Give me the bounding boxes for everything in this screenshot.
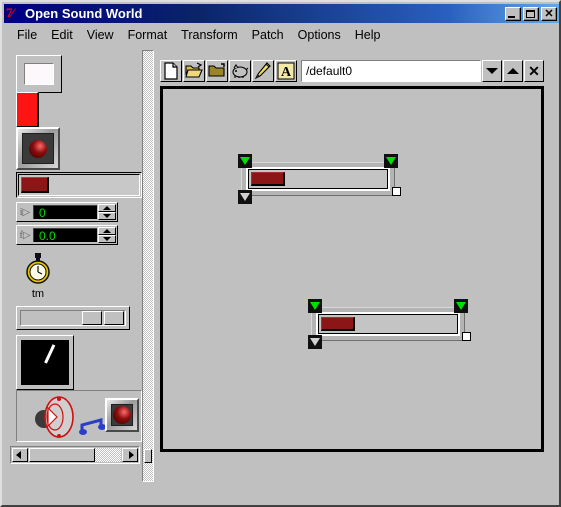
dial-face xyxy=(21,340,69,385)
timer-widget[interactable]: tm xyxy=(16,248,60,304)
patch-toolbar: A /default0 ✕ xyxy=(160,60,544,82)
float-spinner-value[interactable]: 0.0 xyxy=(33,228,97,243)
path-up-button[interactable] xyxy=(503,60,523,82)
menu-item-format[interactable]: Format xyxy=(121,26,175,44)
close-button[interactable]: ✕ xyxy=(541,6,557,21)
slider-node-body[interactable] xyxy=(241,162,395,196)
svg-text:A: A xyxy=(281,65,292,80)
int-type-icon: i▷ xyxy=(19,206,31,218)
palette-scroll-thumb[interactable] xyxy=(29,448,95,462)
slider-node-fill[interactable] xyxy=(321,317,355,331)
text-tool-icon[interactable]: A xyxy=(275,60,297,82)
music-note-icon xyxy=(79,418,106,435)
int-spinner-widget[interactable]: i▷ 0 xyxy=(16,202,118,222)
outlet-port-left[interactable] xyxy=(238,190,252,204)
piggy-bank-icon[interactable] xyxy=(229,60,251,82)
red-fader-widget[interactable] xyxy=(16,92,39,128)
dial-pointer-icon xyxy=(44,343,56,364)
palette-vscroll-thumb[interactable] xyxy=(144,449,152,463)
float-type-icon: f▷ xyxy=(19,229,31,241)
led-button-widget[interactable] xyxy=(16,127,60,170)
scrollbar-button-2[interactable] xyxy=(104,311,124,325)
float-spinner-down-button[interactable] xyxy=(98,235,116,243)
patch-canvas[interactable] xyxy=(160,86,544,452)
maximize-button[interactable] xyxy=(523,6,539,21)
new-icon[interactable] xyxy=(160,60,182,82)
float-spinner-arrows xyxy=(98,227,116,243)
palette-vertical-scrollbar[interactable] xyxy=(142,50,154,482)
palette-horizontal-scrollbar[interactable] xyxy=(10,446,140,464)
menu-item-file[interactable]: File xyxy=(10,26,44,44)
led-indicator-icon-2 xyxy=(113,406,131,424)
int-spinner-down-button[interactable] xyxy=(98,212,116,220)
speaker-icon[interactable] xyxy=(31,395,81,439)
slider-node[interactable] xyxy=(233,154,403,204)
horizontal-slider-widget[interactable] xyxy=(16,172,142,198)
window-controls: ✕ xyxy=(505,6,557,21)
menu-item-transform[interactable]: Transform xyxy=(174,26,245,44)
application-window: 7⁄ Open Sound World ✕ File Edit View For… xyxy=(0,0,561,507)
chevron-down-icon xyxy=(486,68,498,74)
menu-item-patch[interactable]: Patch xyxy=(245,26,291,44)
scrollbar-button-1[interactable] xyxy=(82,311,102,325)
slider-node-fill[interactable] xyxy=(251,172,285,186)
slider-node[interactable] xyxy=(303,299,473,349)
scroll-right-arrow-icon[interactable] xyxy=(122,448,138,462)
inlet-port-left[interactable] xyxy=(238,154,252,168)
menu-item-options[interactable]: Options xyxy=(291,26,348,44)
inlet-port-left[interactable] xyxy=(308,299,322,313)
slider-node-track[interactable] xyxy=(318,314,458,334)
menu-item-help[interactable]: Help xyxy=(348,26,388,44)
path-dropdown-button[interactable] xyxy=(482,60,502,82)
minimize-button[interactable] xyxy=(505,6,521,21)
outlet-port-left[interactable] xyxy=(308,335,322,349)
pencil-icon[interactable] xyxy=(252,60,274,82)
resize-handle[interactable] xyxy=(462,332,471,341)
led-indicator-icon xyxy=(29,139,47,158)
int-spinner-up-button[interactable] xyxy=(98,204,116,212)
palette-scroll-trough[interactable] xyxy=(95,448,121,462)
menu-item-edit[interactable]: Edit xyxy=(44,26,80,44)
osw-logo-glyph: 7⁄ xyxy=(6,5,14,20)
menu-bar: File Edit View Format Transform Patch Op… xyxy=(4,25,559,45)
open-folder-icon[interactable] xyxy=(183,60,205,82)
int-spinner-value[interactable]: 0 xyxy=(33,205,97,220)
close-icon: ✕ xyxy=(544,7,554,20)
widget-palette: i▷ 0 f▷ 0.0 tm xyxy=(6,50,144,482)
led-button-widget-2[interactable] xyxy=(105,398,139,432)
audio-output-group xyxy=(16,390,142,442)
path-close-button[interactable]: ✕ xyxy=(524,60,544,82)
patch-path-input[interactable]: /default0 xyxy=(301,60,481,82)
close-x-icon: ✕ xyxy=(528,63,540,79)
inlet-port-right[interactable] xyxy=(454,299,468,313)
scrollbar-widget[interactable] xyxy=(16,306,130,330)
resize-handle[interactable] xyxy=(392,187,401,196)
slider-node-inner xyxy=(246,167,390,191)
osw-logo-icon: 7⁄ xyxy=(6,5,22,21)
window-title: Open Sound World xyxy=(25,6,143,21)
rect-button-face xyxy=(24,63,54,85)
scroll-left-arrow-icon[interactable] xyxy=(12,448,28,462)
int-spinner-arrows xyxy=(98,204,116,220)
save-folder-icon[interactable] xyxy=(206,60,228,82)
float-spinner-widget[interactable]: f▷ 0.0 xyxy=(16,225,118,245)
chevron-up-icon xyxy=(507,68,519,74)
slider-thumb[interactable] xyxy=(21,177,49,193)
float-spinner-up-button[interactable] xyxy=(98,227,116,235)
rect-button-widget[interactable] xyxy=(16,55,62,93)
slider-node-track[interactable] xyxy=(248,169,388,189)
slider-node-body[interactable] xyxy=(311,307,465,341)
menu-item-view[interactable]: View xyxy=(80,26,121,44)
title-bar: 7⁄ Open Sound World ✕ xyxy=(4,4,559,23)
stopwatch-icon xyxy=(26,253,50,284)
inlet-port-right[interactable] xyxy=(384,154,398,168)
dial-circle xyxy=(23,340,67,385)
slider-track xyxy=(18,174,140,196)
timer-label: tm xyxy=(31,288,45,300)
slider-node-inner xyxy=(316,312,460,336)
dial-knob-widget[interactable] xyxy=(16,335,74,390)
